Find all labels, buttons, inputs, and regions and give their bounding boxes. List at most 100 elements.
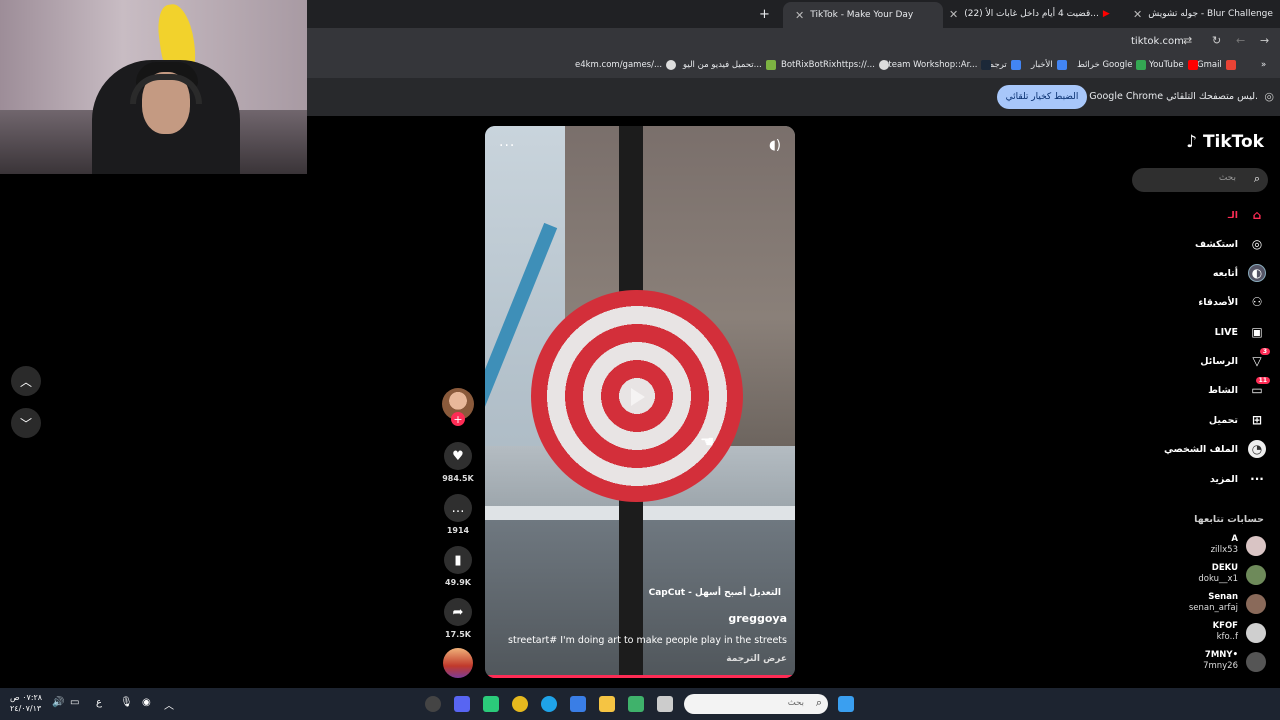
edge-icon[interactable] — [541, 696, 557, 712]
bookmark-item[interactable]: YouTube — [1149, 60, 1198, 70]
nav-item-home[interactable]: الـ ⌂ — [1126, 205, 1266, 225]
close-icon[interactable]: ✕ — [1133, 8, 1142, 21]
activity-badge: 11 — [1255, 377, 1270, 384]
browser-tab[interactable]: ✕ جوله تشويش - Blur Challenge — [1127, 4, 1273, 24]
capcut-label[interactable]: CapCut - التعديل أصبح أسهل — [649, 588, 781, 598]
gmail-icon — [1225, 60, 1236, 70]
task-view-icon[interactable] — [657, 696, 673, 712]
video-player[interactable]: ··· ◖) CapCut - التعديل أصبح أسهل greggo… — [485, 126, 795, 678]
botrix-icon — [878, 60, 889, 70]
address-bar[interactable]: tiktok.com ⇄ ↻ ← → — [307, 28, 1280, 56]
avatar-icon: ◐ — [1248, 264, 1266, 282]
inbox-icon: ▭ 11 — [1248, 377, 1270, 399]
search-icon[interactable]: ⌕ — [1254, 172, 1260, 186]
nav-item-friends[interactable]: الأصدقاء ⚇ — [1126, 292, 1266, 312]
video-progress-bar[interactable] — [485, 675, 795, 678]
bookmark-item[interactable]: e4km.com/games/... — [575, 60, 677, 70]
live-icon: ▣ — [1251, 325, 1263, 339]
nav-item-explore[interactable]: استكشف ◎ — [1126, 234, 1266, 254]
discord-icon[interactable] — [454, 696, 470, 712]
browser-tab-bar: ✕ جوله تشويش - Blur Challenge ✕ (22) قضي… — [307, 0, 1280, 28]
more-bookmarks-icon[interactable]: » — [1261, 60, 1266, 70]
site-settings-icon[interactable]: ⇄ — [1183, 34, 1192, 47]
browser-tab-active[interactable]: ✕ TikTok - Make Your Day — [783, 2, 943, 28]
nav-item-more[interactable]: المزيد ··· — [1126, 469, 1266, 489]
chevron-down-icon: ﹀ — [19, 416, 32, 431]
search-input[interactable]: بحث ⌕ — [1132, 168, 1268, 192]
browser-tab[interactable]: ✕ (22) قضيت 4 أيام داخل غابات الأ... ▶ — [943, 4, 1110, 24]
volume-icon[interactable]: ◖) — [769, 138, 781, 153]
reload-icon[interactable]: ↻ — [1212, 34, 1221, 47]
start-icon[interactable] — [838, 696, 854, 712]
more-icon: ··· — [1250, 472, 1264, 486]
network-icon[interactable]: ▭ — [70, 697, 79, 708]
video-username[interactable]: greggoya — [728, 612, 787, 625]
tiktok-logo[interactable]: ♪ TikTok — [1186, 132, 1264, 152]
like-button[interactable]: ♥ 984.5K — [440, 442, 476, 483]
youtube-icon — [1187, 60, 1198, 70]
home-icon: ⌂ — [1252, 208, 1262, 222]
next-video-button[interactable]: ﹀ — [11, 408, 41, 438]
folder-icon[interactable] — [599, 696, 615, 712]
store-icon[interactable] — [628, 696, 644, 712]
nav-item-following[interactable]: أتابعه ◐ — [1126, 263, 1266, 283]
nav-item-upload[interactable]: تحميل ⊞ — [1126, 410, 1266, 430]
tray-app-icon[interactable]: ◉ — [142, 697, 151, 708]
forward-icon[interactable]: ← — [1236, 34, 1245, 47]
taskbar-search[interactable]: بحث ⌕ — [684, 694, 828, 714]
bookmark-item[interactable]: تحميل فيديو من اليو... — [683, 60, 776, 70]
nav-item-activity[interactable]: الشاط ▭ 11 — [1126, 377, 1270, 400]
more-options-icon[interactable]: ··· — [499, 138, 515, 154]
set-default-button[interactable]: الضبط كخيار تلقائي — [997, 85, 1087, 109]
bookmarks-bar: Gmail YouTube خرائط Google الأخبار ترجمة… — [307, 56, 1280, 78]
language-indicator[interactable]: ع — [96, 697, 102, 708]
followed-account[interactable]: DEKU doku__x1 — [1146, 561, 1266, 589]
nav-item-live[interactable]: LIVE ▣ — [1126, 322, 1266, 342]
url-text: tiktok.com — [1131, 36, 1184, 47]
previous-video-button[interactable]: ︿ — [11, 366, 41, 396]
followed-account[interactable]: A zillx53 — [1146, 532, 1266, 560]
bookmark-item[interactable]: Steam Workshop::Ar... — [883, 60, 992, 70]
followed-account[interactable]: 7MNY• 7mny26 — [1146, 648, 1266, 676]
microphone-icon[interactable]: 🎙 — [120, 697, 133, 708]
steam-icon[interactable] — [425, 696, 441, 712]
avatar — [1246, 623, 1266, 643]
download-icon — [765, 60, 776, 70]
volume-icon[interactable]: 🔊 — [52, 697, 64, 708]
see-translation-link[interactable]: عرض الترجمة — [726, 654, 787, 664]
back-icon[interactable]: → — [1260, 34, 1269, 47]
default-browser-infobar: الضبط كخيار تلقائي Google Chrome ليس متص… — [307, 78, 1280, 116]
profile-icon: ◔ — [1248, 440, 1266, 458]
nav-item-messages[interactable]: الرسائل ▽ 3 — [1126, 348, 1270, 371]
avatar — [1246, 652, 1266, 672]
bookmark-item[interactable]: الأخبار — [1031, 60, 1067, 70]
clock[interactable]: ٠٧:٢٨ ص ٢٤/٠٧/١٣ — [10, 692, 42, 714]
chrome-icon[interactable] — [512, 696, 528, 712]
chrome-icon: ◎ — [1264, 90, 1274, 103]
bookmark-item[interactable]: خرائط Google — [1077, 60, 1147, 70]
play-icon[interactable] — [631, 388, 645, 406]
cursor-icon: ☚ — [700, 432, 715, 451]
following-accounts-title: حسابات تتابعها — [1194, 514, 1264, 525]
youtube-icon: ▶ — [1102, 9, 1110, 19]
bookmark-item[interactable]: Gmail — [1197, 60, 1236, 70]
follow-plus-icon[interactable]: + — [451, 412, 465, 426]
followed-account[interactable]: Senan senan_arfaj — [1146, 590, 1266, 618]
bookmark-button[interactable]: ▮ 49.9K — [440, 546, 476, 587]
xbox-icon[interactable] — [483, 696, 499, 712]
close-icon[interactable]: ✕ — [795, 9, 804, 22]
comment-icon: … — [444, 494, 472, 522]
nav-item-profile[interactable]: الملف الشخصي ◔ — [1126, 439, 1266, 459]
music-disc[interactable] — [440, 648, 476, 678]
files-icon[interactable] — [570, 696, 586, 712]
translate-icon — [1010, 60, 1021, 70]
new-tab-button[interactable]: + — [759, 4, 770, 24]
bookmark-item[interactable]: BotRixBotRixhttps://... — [781, 60, 889, 70]
comment-button[interactable]: … 1914 — [440, 494, 476, 535]
chevron-up-icon[interactable]: ︿ — [164, 697, 174, 712]
creator-avatar[interactable]: + — [440, 388, 476, 426]
like-count: 984.5K — [442, 474, 474, 483]
share-button[interactable]: ➦ 17.5K — [440, 598, 476, 639]
followed-account[interactable]: KFOF kfo..f — [1146, 619, 1266, 647]
close-icon[interactable]: ✕ — [949, 8, 958, 21]
